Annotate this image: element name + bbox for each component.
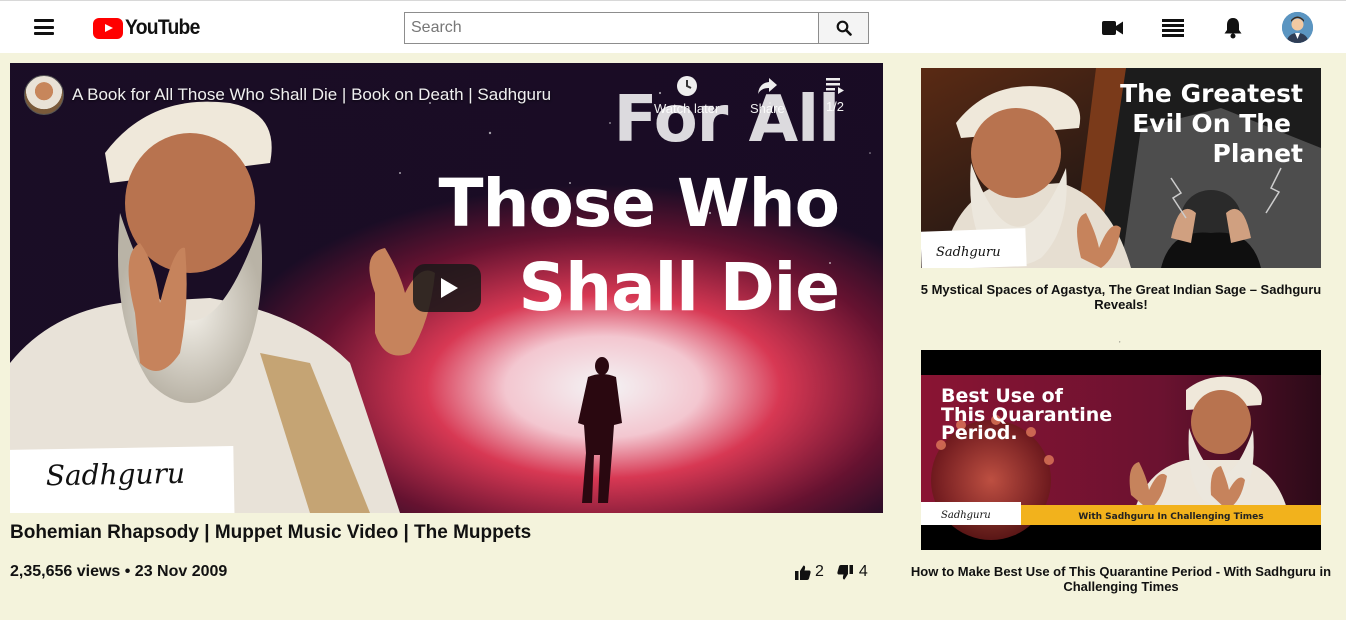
search-bar [404, 12, 869, 44]
sidebar-1-thumb-line2: Evil On The [1132, 109, 1291, 138]
thumbnail-text-line2: Those Who [438, 165, 840, 242]
sidebar-1-thumb-line3: Planet [1213, 139, 1304, 168]
list-icon [1162, 19, 1184, 37]
thumbs-down-icon [837, 564, 853, 579]
notifications-button[interactable] [1220, 15, 1246, 41]
thumbnail-text-line3: Shall Die [518, 249, 840, 326]
thumbnail-text-line1: For All [613, 83, 840, 157]
play-button[interactable] [413, 264, 481, 312]
sidebar-thumbnail-2[interactable]: With Sadhguru In Challenging Times Sadhg… [921, 350, 1321, 550]
sidebar-thumbnail-image-1: Sadhguru The Greatest Evil On The Planet [921, 68, 1321, 268]
bell-icon [1224, 18, 1242, 39]
video-player[interactable]: A Book for All Those Who Shall Die | Boo… [10, 63, 883, 513]
video-main-title: Bohemian Rhapsody | Muppet Music Video |… [10, 522, 532, 543]
channel-avatar[interactable] [24, 75, 64, 115]
like-count: 2 [815, 563, 824, 580]
video-views-date: 2,35,656 views • 23 Nov 2009 [10, 563, 228, 580]
user-avatar-icon [1282, 12, 1313, 43]
sidebar-thumbnail-1[interactable]: Sadhguru The Greatest Evil On The Planet [921, 68, 1321, 268]
top-header: YouTube [0, 0, 1346, 53]
youtube-play-logo-icon [93, 17, 123, 39]
youtube-logo[interactable]: YouTube [93, 16, 206, 40]
sidebar-2-banner: With Sadhguru In Challenging Times [1078, 512, 1263, 522]
search-icon [836, 20, 852, 36]
sidebar-title-1[interactable]: 5 Mystical Spaces of Agastya, The Great … [900, 282, 1342, 312]
create-video-button[interactable] [1100, 15, 1126, 41]
signature-text: Sadhguru [45, 456, 186, 493]
sidebar-2-signature: Sadhguru [941, 510, 991, 521]
search-button[interactable] [818, 12, 869, 44]
video-title[interactable]: A Book for All Those Who Shall Die | Boo… [72, 85, 551, 105]
user-avatar[interactable] [1282, 12, 1313, 43]
dislike-button[interactable]: 4 [837, 563, 868, 581]
signature-card: Sadhguru [10, 446, 235, 513]
rating-bar: 2 4 [795, 563, 868, 581]
thumbs-up-icon [795, 565, 811, 580]
sidebar-2-thumb-line3: Period. [941, 422, 1018, 444]
sidebar-separator: , [1119, 338, 1121, 344]
sidebar-thumbnail-image-2: With Sadhguru In Challenging Times Sadhg… [921, 350, 1321, 550]
logo-text: YouTube [125, 16, 200, 39]
search-input[interactable] [404, 12, 818, 44]
video-title-bar: A Book for All Those Who Shall Die | Boo… [24, 75, 551, 115]
dislike-count: 4 [858, 563, 868, 580]
like-button[interactable]: 2 [795, 563, 824, 581]
sidebar-1-signature: Sadhguru [936, 245, 1001, 260]
hamburger-menu-icon[interactable] [34, 19, 54, 35]
sidebar-1-thumb-line1: The Greatest [1120, 79, 1303, 108]
apps-button[interactable] [1160, 15, 1186, 41]
sidebar-title-2[interactable]: How to Make Best Use of This Quarantine … [900, 564, 1342, 594]
video-camera-icon [1102, 21, 1123, 35]
